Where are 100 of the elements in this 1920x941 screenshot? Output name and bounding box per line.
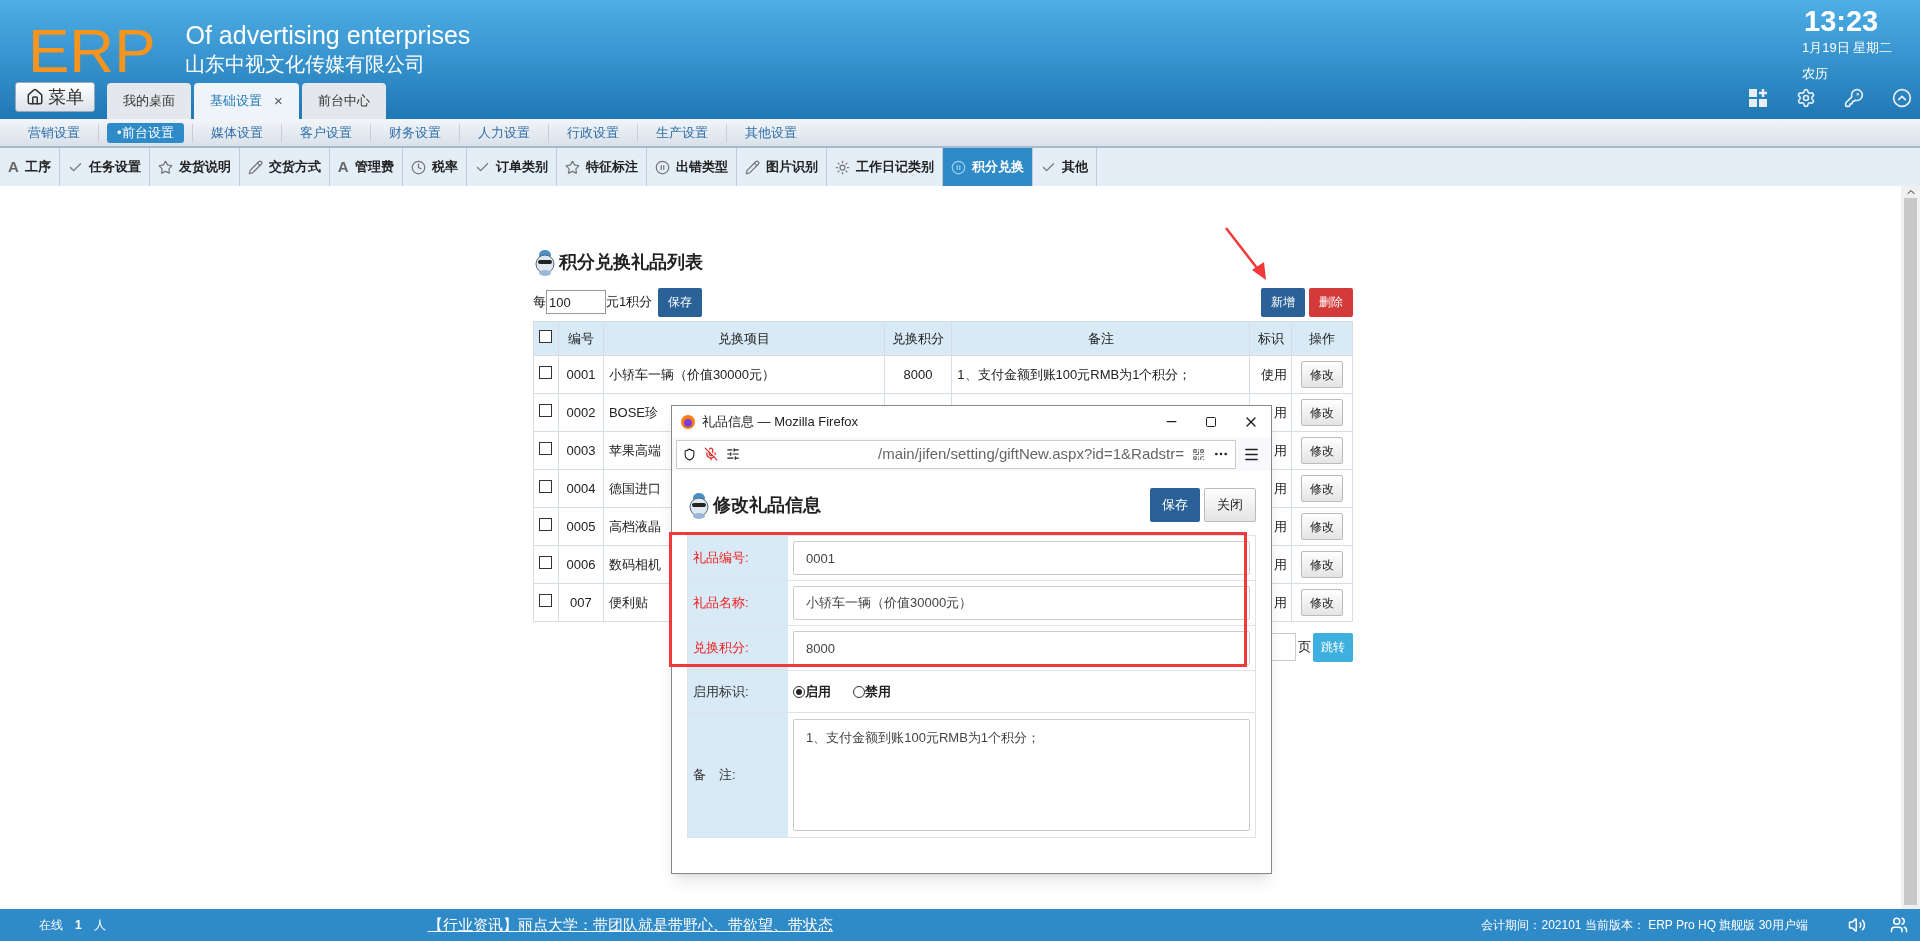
- tab-label: 基础设置: [210, 92, 262, 111]
- tab-icon: [834, 159, 850, 175]
- toolbar-tab[interactable]: 图片识别: [736, 148, 827, 186]
- dialog-save-button[interactable]: 保存: [1150, 488, 1200, 522]
- page-label: 页: [1298, 638, 1311, 657]
- save-button[interactable]: 保存: [658, 287, 703, 317]
- home-icon: [26, 88, 44, 106]
- checkbox[interactable]: [539, 329, 553, 343]
- mascot-icon: [533, 247, 557, 277]
- settings-icon[interactable]: [1796, 88, 1816, 108]
- tab-label: 其他: [1061, 158, 1088, 177]
- users-icon[interactable]: [1890, 916, 1908, 934]
- edit-button[interactable]: 修改: [1301, 475, 1343, 502]
- qr-code-icon: [1192, 447, 1205, 461]
- tab[interactable]: 我的桌面: [107, 83, 191, 119]
- note-field[interactable]: 1、支付金额到账100元RMB为1个积分；: [793, 719, 1250, 831]
- toolbar-tab[interactable]: 发货说明: [149, 148, 240, 186]
- toolbar-tab[interactable]: 出错类型: [646, 148, 737, 186]
- online-count: 1: [75, 917, 82, 934]
- toolbar-tab[interactable]: 税率: [402, 148, 467, 186]
- category-item[interactable]: •前台设置: [107, 122, 184, 143]
- checkbox[interactable]: [539, 365, 553, 379]
- column-header: 操作: [1291, 321, 1353, 356]
- edit-button[interactable]: 修改: [1301, 551, 1343, 578]
- muted-mic-icon: [704, 447, 718, 461]
- checkbox[interactable]: [539, 441, 553, 455]
- text-field[interactable]: 小轿车一辆（价值30000元）: [793, 586, 1250, 620]
- key-icon[interactable]: [1844, 88, 1864, 108]
- category-item[interactable]: 生产设置: [645, 122, 718, 143]
- tab-label: 管理费: [354, 158, 394, 177]
- news-link[interactable]: 【行业资讯】丽点大学：带团队就是带野心、带欲望、带状态: [427, 913, 833, 937]
- tab[interactable]: 前台中心: [301, 83, 386, 119]
- category-item[interactable]: 行政设置: [556, 122, 629, 143]
- collapse-icon[interactable]: [1892, 88, 1912, 108]
- letter-icon: A: [337, 155, 349, 179]
- tab-icon: [564, 159, 580, 175]
- page-title: 积分兑换礼品列表: [559, 250, 703, 274]
- logo: ERP: [28, 20, 156, 82]
- table-cell: 007: [558, 583, 604, 622]
- tab-icon: [247, 159, 263, 175]
- radio-option[interactable]: 启用: [793, 681, 831, 702]
- volume-icon[interactable]: [1848, 916, 1866, 934]
- toolbar-tab[interactable]: 特征标注: [556, 148, 647, 186]
- category-item[interactable]: 财务设置: [378, 122, 451, 143]
- toolbar-tab[interactable]: 订单类别: [466, 148, 557, 186]
- edit-button[interactable]: 修改: [1301, 589, 1343, 616]
- table-cell: 1、支付金额到账100元RMB为1个积分；: [951, 355, 1250, 394]
- tab-icon: [654, 159, 670, 175]
- tab[interactable]: 基础设置 ×: [194, 83, 299, 119]
- tab-icon: [410, 159, 426, 175]
- category-item[interactable]: 其他设置: [734, 122, 807, 143]
- address-bar[interactable]: /main/jifen/setting/giftNew.aspx?id=1&Radstr=: [676, 439, 1236, 469]
- toolbar-tab[interactable]: A 工序: [0, 148, 60, 186]
- maximize-icon[interactable]: [1205, 415, 1217, 428]
- column-header: 标识: [1249, 321, 1292, 356]
- tab-label: 工序: [24, 158, 51, 177]
- text-field[interactable]: 8000: [793, 631, 1250, 665]
- table-cell: 0002: [558, 393, 604, 432]
- dialog-close-button[interactable]: 关闭: [1204, 488, 1256, 522]
- toolbar-tab[interactable]: 其他: [1032, 148, 1097, 186]
- edit-button[interactable]: 修改: [1301, 361, 1343, 388]
- delete-button[interactable]: 删除: [1309, 287, 1353, 317]
- tab-label: 图片识别: [765, 158, 818, 177]
- tab-label: 发货说明: [178, 158, 231, 177]
- checkbox[interactable]: [539, 479, 553, 493]
- toolbar-tab[interactable]: 交货方式: [239, 148, 330, 186]
- tab-label: 积分兑换: [971, 158, 1024, 177]
- category-item[interactable]: 人力设置: [467, 122, 540, 143]
- category-item[interactable]: 媒体设置: [200, 122, 273, 143]
- tab-icon: [157, 159, 173, 175]
- category-item[interactable]: 营销设置: [18, 122, 90, 143]
- scrollbar[interactable]: [1901, 186, 1920, 909]
- tab-label: 税率: [431, 158, 458, 177]
- toolbar-tab[interactable]: 积分兑换: [942, 148, 1033, 186]
- radio-option[interactable]: 禁用: [853, 681, 891, 702]
- text-field[interactable]: 0001: [793, 541, 1250, 575]
- checkbox[interactable]: [539, 403, 553, 417]
- checkbox[interactable]: [539, 517, 553, 531]
- rate-input[interactable]: 100: [546, 290, 606, 314]
- edit-button[interactable]: 修改: [1301, 399, 1343, 426]
- category-item[interactable]: 客户设置: [289, 122, 362, 143]
- tab-label: 我的桌面: [123, 92, 175, 111]
- toolbar-tab[interactable]: 工作日记类别: [826, 148, 943, 186]
- toolbar-tab[interactable]: 任务设置: [59, 148, 150, 186]
- lunar-date: 农历: [1802, 64, 1828, 83]
- table-cell: 0004: [558, 469, 604, 508]
- add-widget-icon[interactable]: [1748, 88, 1768, 108]
- checkbox[interactable]: [539, 593, 553, 607]
- tab-icon: [744, 159, 760, 175]
- field-label: 礼品名称:: [688, 581, 788, 625]
- field-label: 备 注:: [688, 713, 788, 837]
- tab-label: 订单类别: [495, 158, 548, 177]
- edit-button[interactable]: 修改: [1301, 437, 1343, 464]
- tagline: Of advertising enterprises: [185, 20, 471, 50]
- toolbar-tab[interactable]: A 管理费: [329, 148, 403, 186]
- checkbox[interactable]: [539, 555, 553, 569]
- add-button[interactable]: 新增: [1261, 287, 1305, 317]
- menu-button[interactable]: 菜单: [15, 82, 95, 112]
- tab-close-button[interactable]: ×: [274, 89, 283, 113]
- edit-button[interactable]: 修改: [1301, 513, 1343, 540]
